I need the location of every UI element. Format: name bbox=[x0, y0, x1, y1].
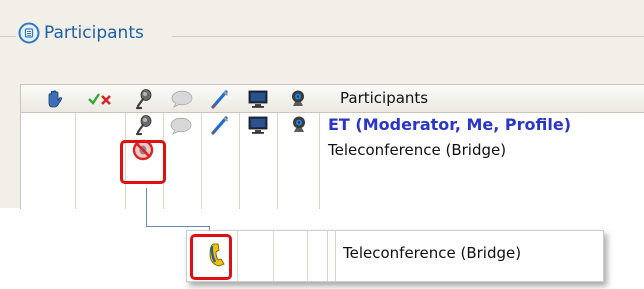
column-header-chat[interactable] bbox=[167, 85, 197, 112]
participant-name[interactable]: Teleconference (Bridge) bbox=[328, 141, 506, 159]
grid-column bbox=[307, 231, 328, 281]
participants-group-header: Participants bbox=[18, 21, 144, 45]
annotate-pen-icon bbox=[211, 89, 229, 109]
zoom-inset: Teleconference (Bridge) bbox=[186, 230, 604, 282]
group-frame-line bbox=[0, 36, 16, 37]
desktop-share-icon bbox=[248, 90, 268, 108]
column-header-raise-hand[interactable] bbox=[39, 85, 69, 112]
participant-name[interactable]: ET (Moderator, Me, Profile) bbox=[328, 115, 571, 134]
column-header-mute[interactable] bbox=[81, 85, 121, 112]
grid-header-row: Participants bbox=[21, 85, 644, 113]
webcam-icon bbox=[292, 90, 304, 106]
grid-column bbox=[327, 231, 336, 281]
participants-grid: Participants ET (Moderator, Me, Profile)… bbox=[20, 84, 644, 209]
raise-hand-icon bbox=[48, 89, 63, 107]
highlight-no-audio bbox=[120, 140, 166, 184]
microphone-icon[interactable] bbox=[133, 114, 155, 136]
participants-column-header[interactable]: Participants bbox=[340, 89, 428, 107]
grid-column bbox=[237, 231, 274, 281]
column-header-webcam[interactable] bbox=[281, 85, 315, 112]
mute-unmute-icon bbox=[88, 92, 111, 105]
callout-connector bbox=[146, 188, 147, 226]
participants-panel: Participants Participants ET (Moderator,… bbox=[0, 0, 644, 209]
column-header-microphone[interactable] bbox=[129, 85, 159, 112]
annotate-pen-icon[interactable] bbox=[209, 114, 231, 136]
highlight-phone bbox=[190, 234, 232, 280]
microphone-icon bbox=[135, 88, 152, 109]
grid-column bbox=[273, 231, 308, 281]
chat-bubble-icon bbox=[171, 90, 193, 108]
participants-group-icon bbox=[18, 22, 40, 44]
group-frame-line bbox=[172, 36, 644, 37]
chat-bubble-icon[interactable] bbox=[169, 116, 193, 136]
participant-name[interactable]: Teleconference (Bridge) bbox=[343, 244, 521, 262]
participant-row-bridge[interactable]: Teleconference (Bridge) bbox=[21, 137, 644, 163]
group-title: Participants bbox=[44, 23, 144, 43]
column-header-annotate[interactable] bbox=[205, 85, 235, 112]
column-header-desktop-share[interactable] bbox=[243, 85, 273, 112]
callout-connector bbox=[146, 226, 210, 227]
participant-row-moderator[interactable]: ET (Moderator, Me, Profile) bbox=[21, 113, 644, 137]
webcam-icon[interactable] bbox=[288, 115, 310, 135]
desktop-share-icon[interactable] bbox=[247, 115, 269, 135]
